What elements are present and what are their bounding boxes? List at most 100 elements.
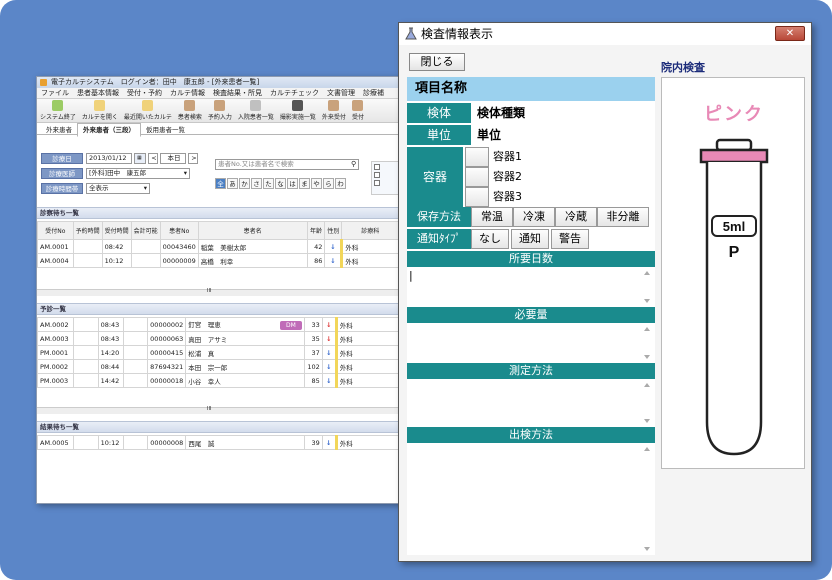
cell-dept: 外科 bbox=[334, 359, 400, 374]
table-row[interactable]: AM.0004 10:12 00000009 高橋 利幸 86 ↓ 外科 bbox=[37, 253, 399, 268]
col-header[interactable]: 性別 bbox=[324, 221, 343, 240]
today-button[interactable]: 本日 bbox=[160, 153, 186, 164]
section-waiting: 診察待ち一覧 bbox=[37, 207, 399, 219]
storage-room-temp[interactable]: 常温 bbox=[471, 207, 513, 227]
notify-notice[interactable]: 通知 bbox=[511, 229, 549, 249]
reservation-button[interactable]: 予約入力 bbox=[205, 99, 235, 121]
kana-all[interactable]: 全 bbox=[215, 178, 226, 189]
notify-none[interactable]: なし bbox=[471, 229, 509, 249]
table-row[interactable]: PM.0003 14:42 00000018 小谷 幸人 85 ↓ 外科 bbox=[37, 373, 400, 388]
patient-search-button[interactable]: 患者検索 bbox=[175, 99, 205, 121]
menu-file[interactable]: ファイル bbox=[37, 88, 73, 99]
scroll-down-icon bbox=[644, 419, 650, 423]
kana-na[interactable]: な bbox=[275, 178, 286, 189]
tab-outpatient-3[interactable]: 外来患者（三段） bbox=[77, 123, 141, 137]
method-field[interactable] bbox=[407, 379, 655, 427]
cell-name: 稲葉 美樹太郎 bbox=[197, 239, 308, 254]
table-row[interactable]: AM.0001 08:42 00043460 稲葉 美樹太郎 42 ↓ 外科 bbox=[37, 239, 399, 254]
notify-warning[interactable]: 警告 bbox=[551, 229, 589, 249]
text-cursor: | bbox=[409, 269, 413, 282]
kana-ha[interactable]: は bbox=[287, 178, 298, 189]
imaging-list-button[interactable]: 撮影実施一覧 bbox=[277, 99, 319, 121]
horizontal-scrollbar[interactable]: III bbox=[37, 406, 399, 414]
table-row[interactable]: AM.0005 10:12 00000008 西尾 誠 39 ↓ 外科 bbox=[37, 435, 400, 450]
time-label: 診療時間帯 bbox=[41, 183, 83, 194]
cell-time: 08:43 bbox=[97, 331, 124, 346]
search-icon[interactable]: ⚲ bbox=[351, 160, 356, 168]
table-row[interactable]: AM.0003 08:43 00000063 真田 アサミ 35 ↓ 外科 bbox=[37, 331, 400, 346]
horizontal-scrollbar[interactable]: III bbox=[37, 288, 399, 296]
menu-chart-check[interactable]: カルテチェック bbox=[266, 88, 323, 99]
required-amount-field[interactable] bbox=[407, 323, 655, 363]
cell-sex: ↓ bbox=[321, 435, 337, 450]
storage-frozen[interactable]: 冷凍 bbox=[513, 207, 555, 227]
outpatient-reception-button[interactable]: 外来受付 bbox=[319, 99, 349, 121]
kana-sa[interactable]: さ bbox=[251, 178, 262, 189]
col-header[interactable]: 予約時間 bbox=[72, 221, 103, 240]
container-1-swatch[interactable] bbox=[465, 147, 489, 167]
col-header[interactable]: 受付No bbox=[37, 221, 74, 240]
col-header[interactable]: 会計可能 bbox=[130, 221, 161, 240]
vertical-scrollbar[interactable] bbox=[641, 269, 653, 305]
next-day-button[interactable]: > bbox=[188, 153, 198, 164]
recent-chart-button[interactable]: 最近開いたカルテ bbox=[121, 99, 175, 121]
kana-ma[interactable]: ま bbox=[299, 178, 310, 189]
kana-ya[interactable]: や bbox=[311, 178, 322, 189]
required-amount-label: 必要量 bbox=[407, 307, 655, 323]
col-header[interactable]: 受付時間 bbox=[101, 221, 132, 240]
tab-temp-list[interactable]: 仮用患者一覧 bbox=[141, 124, 190, 136]
kana-a[interactable]: あ bbox=[227, 178, 238, 189]
menu-test-results[interactable]: 検査結果・所見 bbox=[209, 88, 266, 99]
tab-strip: 外来患者 外来患者（三段） 仮用患者一覧 bbox=[37, 123, 405, 137]
calendar-icon[interactable]: ▦ bbox=[134, 153, 146, 164]
option-checkbox[interactable] bbox=[374, 164, 380, 170]
col-header[interactable]: 患者No bbox=[159, 221, 199, 240]
doctor-select[interactable]: [外科]田中 康五郎 ▾ bbox=[86, 168, 190, 179]
storage-non-separated[interactable]: 非分離 bbox=[597, 207, 649, 227]
col-header[interactable]: 年齢 bbox=[306, 221, 326, 240]
vertical-scrollbar[interactable] bbox=[641, 381, 653, 425]
menu-chart-info[interactable]: カルテ情報 bbox=[166, 88, 209, 99]
tab-outpatient[interactable]: 外来患者 bbox=[41, 124, 77, 136]
option-checkbox[interactable] bbox=[374, 172, 380, 178]
close-icon[interactable]: ✕ bbox=[775, 26, 805, 41]
col-header[interactable]: 患者名 bbox=[197, 221, 308, 240]
table-row[interactable]: AM.0002 08:43 00000002 釘宮 理恵 DM 33 ↓ 外科 bbox=[37, 317, 400, 332]
vertical-scrollbar[interactable] bbox=[641, 325, 653, 361]
close-button[interactable]: 閉じる bbox=[409, 53, 465, 71]
cell-pid: 00000063 bbox=[147, 331, 187, 346]
cell-resv bbox=[72, 331, 99, 346]
menu-documents[interactable]: 文書管理 bbox=[323, 88, 359, 99]
required-days-field[interactable]: | bbox=[407, 267, 655, 307]
col-header[interactable]: 診療科 bbox=[341, 221, 399, 240]
table-row[interactable]: PM.0001 14:20 00000415 松浦 真 37 ↓ 外科 bbox=[37, 345, 400, 360]
menu-clinical[interactable]: 診療補 bbox=[359, 88, 388, 99]
submission-field[interactable] bbox=[407, 443, 655, 555]
reserved-table: AM.0002 08:43 00000002 釘宮 理恵 DM 33 ↓ 外科 AM.0003 0… bbox=[37, 317, 400, 388]
open-chart-button[interactable]: カルテを開く bbox=[79, 99, 121, 121]
kana-ka[interactable]: か bbox=[239, 178, 250, 189]
cell-sex: ↓ bbox=[324, 253, 343, 268]
table-row[interactable]: PM.0002 08:44 87694321 本田 宗一郎 102 ↓ 外科 bbox=[37, 359, 400, 374]
time-select[interactable]: 全表示 ▾ bbox=[86, 183, 150, 194]
inpatient-list-button[interactable]: 入院患者一覧 bbox=[235, 99, 277, 121]
cell-no: AM.0004 bbox=[37, 253, 74, 268]
date-field[interactable]: 2013/01/12 bbox=[86, 153, 132, 164]
menu-reception[interactable]: 受付・予約 bbox=[123, 88, 166, 99]
reception2-icon bbox=[352, 100, 364, 111]
menu-patient-info[interactable]: 患者基本情報 bbox=[73, 88, 123, 99]
prev-day-button[interactable]: < bbox=[148, 153, 158, 164]
scroll-up-icon bbox=[644, 271, 650, 275]
kana-wa[interactable]: わ bbox=[335, 178, 346, 189]
male-icon: ↓ bbox=[330, 256, 336, 265]
kana-ra[interactable]: ら bbox=[323, 178, 334, 189]
reception-button[interactable]: 受付 bbox=[349, 99, 367, 121]
option-checkbox[interactable] bbox=[374, 180, 380, 186]
container-2-swatch[interactable] bbox=[465, 167, 489, 187]
vertical-scrollbar[interactable] bbox=[641, 445, 653, 553]
container-3-swatch[interactable] bbox=[465, 187, 489, 207]
kana-ta[interactable]: た bbox=[263, 178, 274, 189]
search-input[interactable]: 患者No.又は患者名で検索 bbox=[215, 159, 359, 170]
storage-refrigerated[interactable]: 冷蔵 bbox=[555, 207, 597, 227]
exit-system-button[interactable]: システム終了 bbox=[37, 99, 79, 121]
